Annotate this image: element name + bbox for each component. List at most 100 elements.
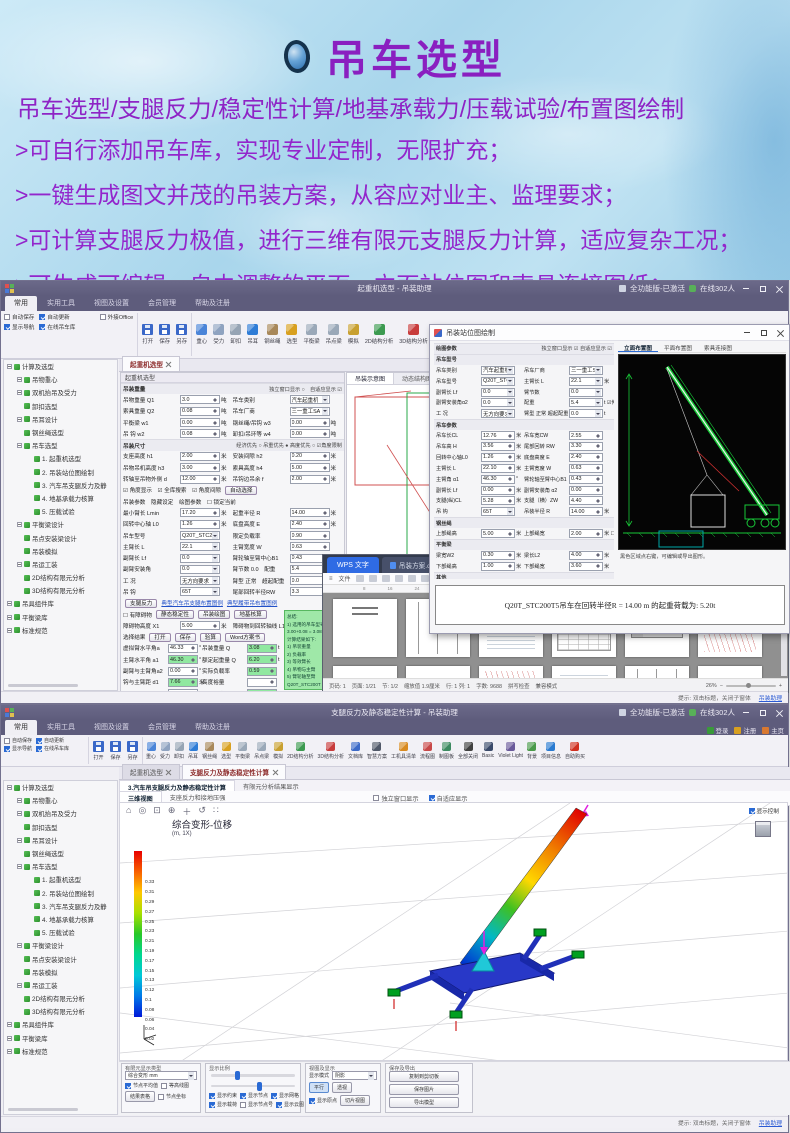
field-select[interactable]: 三一重工SANY (569, 366, 603, 375)
spinner-icon[interactable] (596, 464, 601, 472)
spinner-icon[interactable] (323, 419, 328, 427)
spinner-icon[interactable] (323, 430, 328, 438)
file-menu[interactable]: 文件 (339, 574, 351, 583)
tool-button[interactable]: 平衡梁 (233, 735, 252, 766)
chevron-down-icon[interactable] (212, 532, 218, 540)
spinner-icon[interactable] (508, 551, 513, 559)
tree-item[interactable]: 3D结构有限元分析 (4, 1005, 117, 1018)
field-input[interactable]: 7.66 (168, 678, 198, 687)
expander-icon[interactable] (17, 417, 22, 422)
expander-icon[interactable] (7, 615, 12, 620)
tree-item[interactable]: 5. 压载试验 (4, 505, 117, 518)
field-select[interactable]: 65T (180, 587, 220, 596)
minimize-button[interactable] (739, 707, 752, 718)
field-select[interactable]: 无方向要求 (481, 409, 515, 418)
chevron-down-icon[interactable] (595, 399, 601, 407)
tree-item[interactable]: 吊物重心 (4, 794, 117, 807)
spinner-icon[interactable] (191, 678, 196, 686)
field-select[interactable]: 0.0 (481, 398, 515, 407)
page-thumbnail[interactable] (406, 666, 470, 678)
chevron-down-icon[interactable] (212, 588, 218, 596)
tool-button[interactable]: 模拟 (345, 311, 362, 358)
tool-button[interactable]: 2D结构分析 (362, 311, 396, 358)
spinner-icon[interactable] (508, 432, 513, 440)
doc-tab[interactable]: 起重机选型 (122, 764, 180, 779)
horizontal-scrollbar[interactable] (8, 1108, 78, 1111)
tree-item[interactable]: 钢丝绳选型 (4, 426, 117, 439)
spinner-icon[interactable] (323, 543, 328, 551)
tree-item[interactable]: 2D结构有限元分析 (4, 992, 117, 1005)
spinner-icon[interactable] (596, 475, 601, 483)
tree-item[interactable]: 吊物重心 (4, 373, 117, 386)
spinner-icon[interactable] (323, 452, 328, 460)
spinner-icon[interactable] (270, 667, 275, 675)
field-input[interactable]: 3.60 (569, 562, 603, 571)
office-checkbox[interactable]: 外接Office (100, 313, 134, 321)
expander-icon[interactable] (17, 798, 22, 803)
expander-icon[interactable] (7, 1049, 12, 1054)
tool-button[interactable]: 卸扣 (172, 735, 186, 766)
tool-button[interactable]: 吊耳 (244, 311, 261, 358)
field-input[interactable]: 12.76 (481, 431, 515, 440)
chevron-down-icon[interactable] (595, 366, 601, 374)
tool-button[interactable]: 全部关闭 (456, 735, 480, 766)
page-thumbnail[interactable] (333, 599, 397, 657)
form-button[interactable]: 自动选择 (225, 486, 257, 495)
form-button[interactable]: 吊装绘图 (198, 610, 230, 619)
spinner-icon[interactable] (596, 562, 601, 570)
spinner-icon[interactable] (213, 622, 218, 630)
field-input[interactable]: 0.08 (180, 407, 220, 416)
spinner-icon[interactable] (596, 442, 601, 450)
export-button[interactable]: 复制到剪切板 (389, 1071, 459, 1082)
tree-item[interactable]: 吊车选型 (4, 860, 117, 873)
tool-button[interactable]: 流程图 (418, 735, 437, 766)
field-input[interactable]: 0.63 (569, 464, 603, 473)
option-checkbox[interactable]: 显示导航 (4, 745, 32, 752)
close-button[interactable] (773, 283, 786, 294)
option-checkbox[interactable]: 在线吊车库 (36, 745, 69, 752)
toolbar-icon[interactable] (408, 575, 416, 582)
tool-button[interactable]: 2D结构分析 (285, 735, 315, 766)
field-input[interactable]: 5.00 (481, 529, 515, 538)
chevron-down-icon[interactable] (212, 577, 218, 585)
field-input[interactable]: 4.00 (569, 551, 603, 560)
form-button[interactable]: 支腿反力 (125, 599, 157, 608)
spinner-icon[interactable] (596, 508, 601, 516)
projection-button[interactable]: 平行 (309, 1082, 329, 1093)
tree-item[interactable]: 计算及选型 (4, 360, 117, 373)
field-input[interactable]: 0.20 (290, 452, 330, 461)
viewport-tool-icon[interactable]: ⌂ (126, 805, 131, 818)
zoom-slider[interactable] (726, 685, 776, 687)
spinner-icon[interactable] (323, 532, 328, 540)
display-checkbox[interactable]: 显示云图 (276, 1101, 304, 1108)
tree-item[interactable]: 3D结构有限元分析 (4, 584, 117, 597)
tool-button[interactable]: 受力 (158, 735, 172, 766)
slice-button[interactable]: 切片视图 (340, 1095, 370, 1106)
tree-item[interactable]: 吊装模拟 (4, 545, 117, 558)
tool-button[interactable]: 项目信息 (539, 735, 563, 766)
tree-item[interactable]: 卸扣选型 (4, 821, 117, 834)
close-icon[interactable] (166, 361, 172, 367)
tree-item[interactable]: 1. 起重机选型 (4, 452, 117, 465)
field-input[interactable]: 0.00 (481, 486, 515, 495)
spinner-icon[interactable] (508, 497, 513, 505)
tree-item[interactable]: 吊装模拟 (4, 966, 117, 979)
file-button[interactable]: 保存 (107, 735, 124, 766)
file-button[interactable]: 打开 (90, 735, 107, 766)
account-link[interactable]: 主页 (762, 726, 784, 735)
field-select[interactable]: 0.0 (180, 565, 220, 574)
tool-button[interactable]: 制图板 (437, 735, 456, 766)
tool-button[interactable]: 钢丝绳 (261, 311, 283, 358)
form-button[interactable]: Word方案书 (225, 633, 265, 642)
ribbon-tab[interactable]: 实用工具 (38, 296, 84, 311)
tree-item[interactable]: 吊具组件库 (4, 597, 117, 610)
field-input[interactable]: 14.00 (569, 507, 603, 516)
chevron-down-icon[interactable] (507, 399, 513, 407)
spinner-icon[interactable] (213, 430, 218, 438)
maximize-button[interactable] (756, 283, 769, 294)
dialog-titlebar[interactable]: 吊装站位图绘制 (430, 325, 789, 341)
file-button[interactable]: 另存 (173, 311, 190, 358)
display-checkbox[interactable]: 显示载荷 (209, 1101, 237, 1108)
spinner-icon[interactable] (191, 656, 196, 664)
tree-item[interactable]: 吊耳设计 (4, 413, 117, 426)
